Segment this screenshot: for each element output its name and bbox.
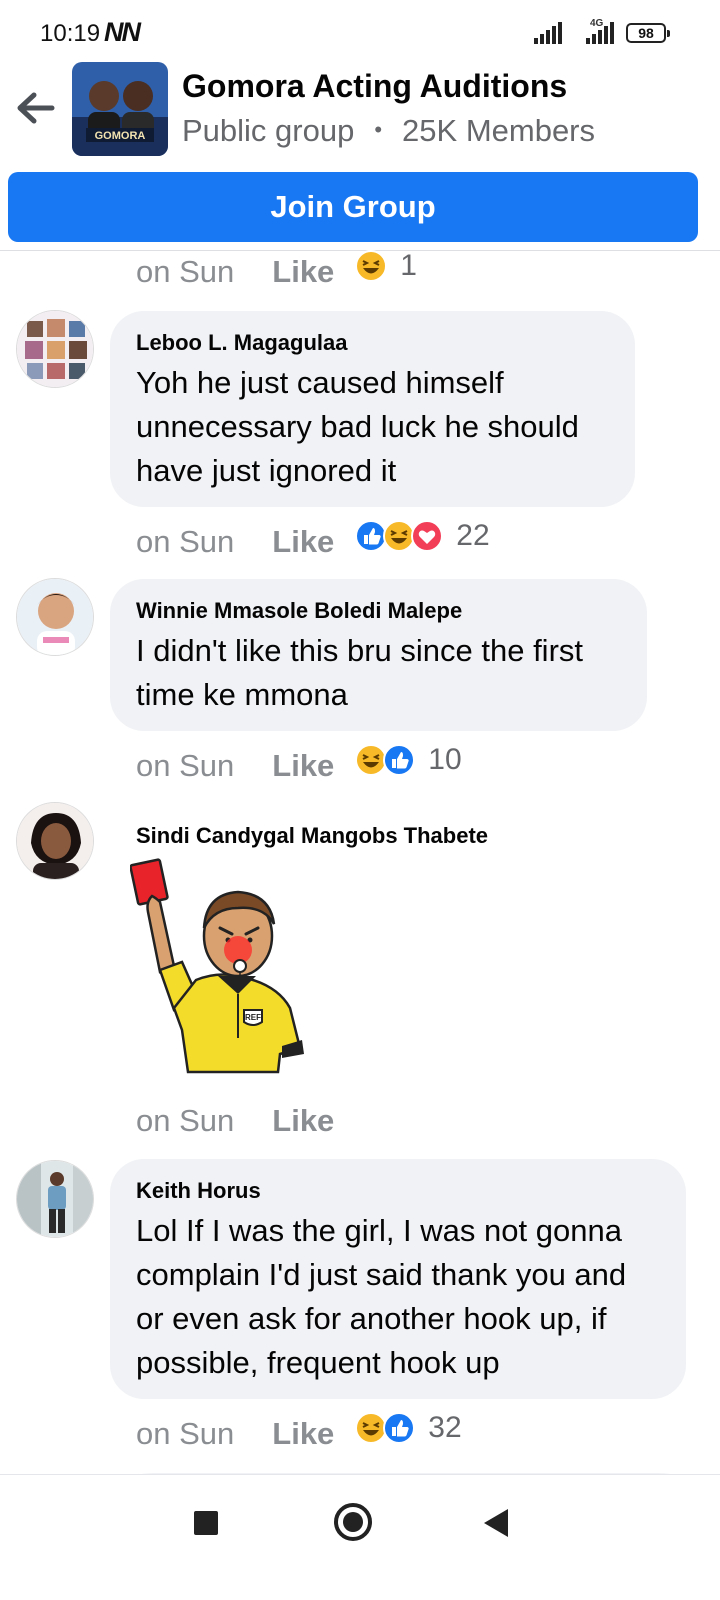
group-meta: Public group • 25K Members xyxy=(182,113,595,149)
comment-actions: on Sun Like 10 xyxy=(136,743,462,788)
comment-bubble[interactable]: Leboo L. Magagulaa Yoh he just caused hi… xyxy=(110,311,635,507)
comment-time[interactable]: on Sun xyxy=(136,748,234,784)
comment-time[interactable]: on Sun xyxy=(136,1416,234,1452)
avatar[interactable] xyxy=(16,578,94,656)
reactions[interactable] xyxy=(354,743,416,777)
avatar[interactable] xyxy=(16,310,94,388)
comment-text: Yoh he just caused himself unnecessary b… xyxy=(136,365,579,488)
separator-dot: • xyxy=(374,117,383,142)
like-button[interactable]: Like xyxy=(272,1103,334,1139)
sticker-badge: REF xyxy=(245,1013,261,1022)
like-button[interactable]: Like xyxy=(272,1416,334,1452)
comment-author[interactable]: Keith Horus xyxy=(136,1177,660,1205)
comment-text: Lol If I was the girl, I was not gonna c… xyxy=(136,1213,627,1380)
referee-red-card-sticker[interactable]: REF xyxy=(129,858,310,1078)
group-avatar[interactable]: GOMORA xyxy=(72,62,168,156)
comment-bubble[interactable]: Keith Horus Lol If I was the girl, I was… xyxy=(110,1159,686,1399)
comment-actions: on Sun Like 1 xyxy=(136,249,417,294)
recents-square-icon[interactable] xyxy=(194,1511,218,1535)
comment-actions: on Sun Like xyxy=(136,1099,334,1143)
reaction-count[interactable]: 10 xyxy=(428,743,461,777)
group-avatar-caption: GOMORA xyxy=(95,130,146,142)
like-button[interactable]: Like xyxy=(272,254,334,290)
reaction-count[interactable]: 1 xyxy=(400,249,417,283)
status-time: 10:19 xyxy=(40,20,101,47)
group-privacy: Public group xyxy=(182,113,355,148)
like-button[interactable]: Like xyxy=(272,748,334,784)
carrier-notification-icon: NN xyxy=(104,17,141,47)
comment-author[interactable]: Winnie Mmasole Boledi Malepe xyxy=(136,597,621,625)
home-circle-icon[interactable] xyxy=(334,1503,372,1541)
like-button[interactable]: Like xyxy=(272,524,334,560)
comment-author[interactable]: Sindi Candygal Mangobs Thabete xyxy=(136,823,488,849)
group-title[interactable]: Gomora Acting Auditions xyxy=(182,68,567,105)
love-reaction-icon xyxy=(411,520,444,552)
group-members[interactable]: 25K Members xyxy=(402,113,595,148)
reactions[interactable] xyxy=(354,1411,416,1445)
reaction-count[interactable]: 22 xyxy=(456,519,489,553)
comment-actions: on Sun Like 32 xyxy=(136,1411,462,1456)
system-nav-bar xyxy=(0,1474,720,1600)
signal-icon xyxy=(534,22,562,44)
like-reaction-icon xyxy=(383,744,416,776)
comment-time[interactable]: on Sun xyxy=(136,254,234,290)
haha-reaction-icon xyxy=(355,250,388,282)
comment-text: I didn't like this bru since the first t… xyxy=(136,633,584,712)
comment-time[interactable]: on Sun xyxy=(136,524,234,560)
back-triangle-icon[interactable] xyxy=(484,1509,508,1537)
join-group-button[interactable]: Join Group xyxy=(8,172,698,242)
reactions[interactable] xyxy=(354,249,388,283)
reactions[interactable] xyxy=(354,519,444,553)
comment-actions: on Sun Like 22 xyxy=(136,519,490,564)
comment-bubble[interactable]: Winnie Mmasole Boledi Malepe I didn't li… xyxy=(110,579,647,731)
avatar[interactable] xyxy=(16,1160,94,1238)
status-bar: 10:19 NN 4G 98 xyxy=(0,0,720,62)
comment-author[interactable]: Leboo L. Magagulaa xyxy=(136,329,609,357)
battery-icon: 98 xyxy=(626,23,670,43)
reaction-count[interactable]: 32 xyxy=(428,1411,461,1445)
back-arrow-icon[interactable] xyxy=(14,88,58,128)
signal-icon-2 xyxy=(586,22,614,44)
like-reaction-icon xyxy=(383,1412,416,1444)
avatar[interactable] xyxy=(16,802,94,880)
comment-time[interactable]: on Sun xyxy=(136,1103,234,1139)
